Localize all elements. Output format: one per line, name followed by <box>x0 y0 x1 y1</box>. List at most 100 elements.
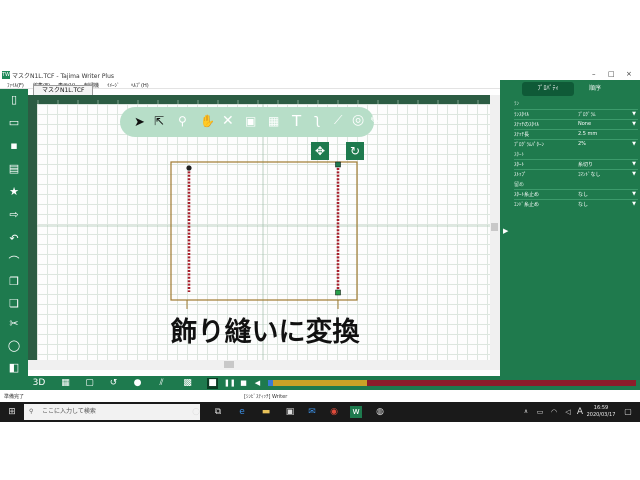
wifi-icon[interactable]: ◠ <box>548 406 560 418</box>
menu-image[interactable]: ｲﾒｰｼﾞ <box>107 82 120 89</box>
file-explorer-icon[interactable]: ▬ <box>260 406 272 418</box>
row-stitch-length[interactable]: ｽﾃｯﾁ長 2.5 mm <box>514 129 638 139</box>
checker-icon[interactable]: ▩ <box>182 378 193 389</box>
mirror-icon[interactable]: ◧ <box>7 361 21 375</box>
row-start-tie[interactable]: ｽﾀｰﾄ糸止め なし ▼ <box>514 189 638 199</box>
grid-icon[interactable]: ▦ <box>60 378 71 389</box>
bulb-icon[interactable]: ◯ <box>7 339 21 353</box>
clock-date: 2020/03/17 <box>586 412 616 418</box>
undo-icon[interactable]: ↶ <box>7 232 21 246</box>
status-ready: 準備完了 <box>4 394 25 400</box>
clock[interactable]: 16:59 2020/03/17 <box>586 405 616 419</box>
task-view-icon[interactable]: ⧉ <box>212 406 224 418</box>
dot-icon[interactable]: ● <box>132 378 143 389</box>
row-end-tie[interactable]: ｴﾝﾄﾞ糸止め なし ▼ <box>514 199 638 209</box>
left-toolbar: ▯ ▭ ▪ ▤ ★ ⇨ ↶ ⌒ ❐ ❏ ✂ ◯ ◧ <box>0 89 28 380</box>
store-icon[interactable]: ▣ <box>284 406 296 418</box>
row-program-pattern[interactable]: ﾌﾟﾛｸﾞﾗﾑﾊﾟﾀｰﾝ 2% ▼ <box>514 139 638 149</box>
scissors-icon[interactable]: ✂ <box>7 317 21 331</box>
image-frame-icon[interactable]: ▣ <box>245 114 256 128</box>
mail-icon[interactable]: ✉ <box>306 406 318 418</box>
app-taskbar-icon[interactable]: ◍ <box>374 406 386 418</box>
brush-icon[interactable]: ✎ <box>370 114 380 128</box>
window-title: マスクN1L.TCF - Tajima Writer Plus <box>12 73 115 80</box>
new-file-icon[interactable]: ▯ <box>7 93 21 107</box>
frame-icon[interactable]: ▢ <box>84 378 95 389</box>
ruler-left <box>28 104 37 360</box>
ruler-top <box>28 95 500 104</box>
tajima-writer-taskbar-icon[interactable]: w <box>350 406 362 418</box>
tab-properties[interactable]: ﾌﾟﾛﾊﾟﾃｨ <box>522 82 574 96</box>
zoom-icon[interactable]: ⚲ <box>178 114 187 128</box>
stitch-line-left[interactable] <box>186 165 192 292</box>
menu-help[interactable]: ﾍﾙﾌﾟ(H) <box>131 82 149 89</box>
monitor-icon[interactable]: ▦ <box>268 114 279 128</box>
progress-fill <box>268 380 368 386</box>
copy-icon[interactable]: ❐ <box>7 275 21 289</box>
clock-time: 16:59 <box>593 405 609 411</box>
stitch-progress-bar[interactable] <box>268 380 636 386</box>
save-icon[interactable]: ▪ <box>7 139 21 153</box>
taskbar-search-input[interactable]: ⚲ ここに入力して検索 <box>24 404 200 420</box>
print-icon[interactable]: ▤ <box>7 162 21 176</box>
node-edit-icon[interactable]: ⇱ <box>154 114 164 128</box>
section-tie: 留め <box>514 182 525 188</box>
row-stitch-style[interactable]: ﾗﾝｽﾀｲﾙ ﾌﾟﾛｸﾞﾗﾑ ▼ <box>514 109 638 119</box>
section-stitch: ﾗﾝ <box>514 101 520 107</box>
3d-view-icon[interactable]: 3D <box>32 378 46 389</box>
progress-start-marker <box>268 380 273 386</box>
pause-icon[interactable]: ❚❚ <box>224 378 236 389</box>
panel-expand-arrow-icon[interactable]: ▶ <box>503 227 508 235</box>
section-start-end: ｽﾀｰﾄ <box>514 152 525 158</box>
chrome-icon[interactable]: ◉ <box>328 406 340 418</box>
bottom-toolbar: 3D ▦ ▢ ↺ ● ⫽ ▩ ■ ❚❚ ■ ◀ <box>0 376 640 390</box>
cortana-icon[interactable]: ○ <box>190 406 202 418</box>
open-folder-icon[interactable]: ▭ <box>7 116 21 130</box>
volume-icon[interactable]: ◁ <box>562 406 574 418</box>
menu-file[interactable]: ﾌｧｲﾙ(F) <box>7 82 24 89</box>
rewind-icon[interactable]: ◀ <box>252 378 263 389</box>
horizontal-scrollbar[interactable] <box>28 360 490 370</box>
ime-indicator[interactable]: A <box>574 406 586 418</box>
stop-square-icon[interactable]: ■ <box>207 378 218 389</box>
rotate-button[interactable]: ↻ <box>346 142 364 160</box>
redo-icon[interactable]: ⌒ <box>7 255 21 269</box>
stop-icon[interactable]: ■ <box>238 378 249 389</box>
delete-x-icon[interactable]: ✕ <box>222 113 234 129</box>
row-stitch-style-2[interactable]: ｽﾃｯﾁのｽﾀｲﾙ None ▼ <box>514 119 638 129</box>
stitch-slash-icon[interactable]: ⫽ <box>156 378 167 389</box>
tray-chevron-icon[interactable]: ∧ <box>520 406 532 418</box>
send-machine-icon[interactable]: ⇨ <box>7 208 21 222</box>
caption-text: 飾り縫いに変換 <box>170 317 360 348</box>
wand-icon[interactable]: ⟋ <box>334 113 342 128</box>
row-start[interactable]: ｽﾀｰﾄ 糸切り ▼ <box>514 159 638 169</box>
network-icon[interactable]: ▭ <box>534 406 546 418</box>
vertical-scrollbar[interactable] <box>490 95 500 370</box>
spiral-icon[interactable]: ◎ <box>352 112 364 128</box>
tab-order[interactable]: 順序 <box>578 82 612 96</box>
refresh-icon[interactable]: ↺ <box>108 378 119 389</box>
status-bar: 準備完了 [ｼﾝﾋﾞｽﾃｨｯﾁ] Writer <box>0 390 640 402</box>
notification-icon[interactable]: ▢ <box>622 406 634 418</box>
text-tool-icon[interactable]: T <box>292 112 301 130</box>
select-arrow-icon[interactable]: ➤ <box>134 115 145 130</box>
close-button[interactable]: × <box>626 70 632 78</box>
title-bar: TW マスクN1L.TCF - Tajima Writer Plus – □ × <box>0 70 640 80</box>
pan-hand-icon[interactable]: ✋ <box>200 114 215 128</box>
stitch-line-right[interactable] <box>335 161 341 296</box>
search-icon: ⚲ <box>29 408 34 415</box>
tool-palette: ➤ ⇱ ⚲ ✋ ✕ ▣ ▦ T ʅ ⟋ ◎ ✎ <box>120 107 380 137</box>
document-tab[interactable]: マスクN1L.TCF <box>33 85 93 95</box>
star-icon[interactable]: ★ <box>7 185 21 199</box>
windows-taskbar: ⊞ ⚲ ここに入力して検索 ○ ⧉ e ▬ ▣ ✉ ◉ w ◍ ∧ ▭ ◠ ◁ … <box>0 402 640 422</box>
maximize-button[interactable]: □ <box>608 70 615 78</box>
windows-start-icon[interactable]: ⊞ <box>6 406 18 418</box>
minimize-button[interactable]: – <box>592 70 596 78</box>
edge-browser-icon[interactable]: e <box>236 406 248 418</box>
move-button[interactable]: ✥ <box>311 142 329 160</box>
paste-icon[interactable]: ❏ <box>7 297 21 311</box>
row-stop[interactable]: ｽﾄｯﾌﾟ ｺﾏﾝﾄﾞなし ▼ <box>514 169 638 179</box>
status-mode: [ｼﾝﾋﾞｽﾃｨｯﾁ] Writer <box>244 394 288 400</box>
curve-tool-icon[interactable]: ʅ <box>314 112 320 128</box>
app-icon: TW <box>2 71 10 79</box>
